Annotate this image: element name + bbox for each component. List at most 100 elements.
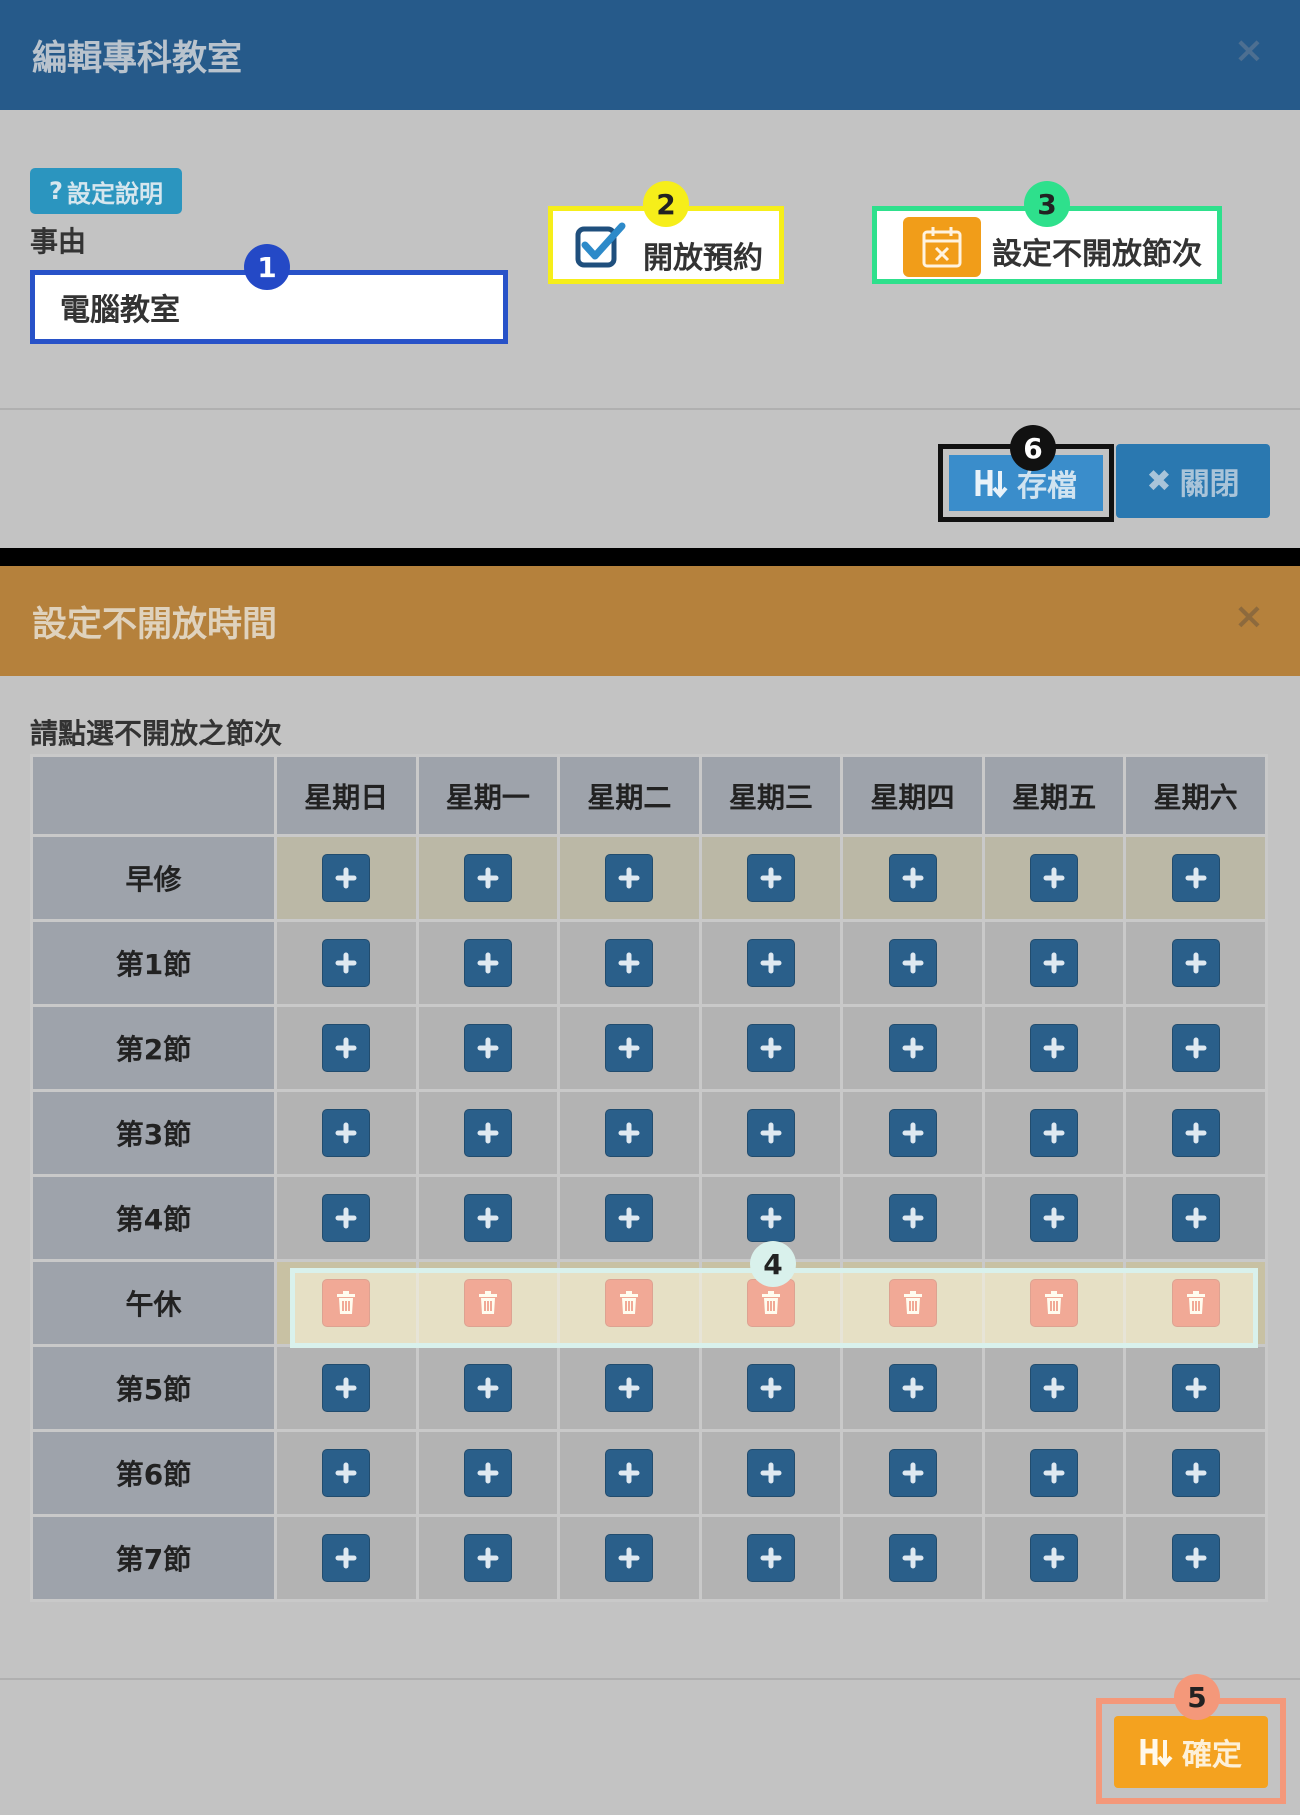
add-closed-period-button[interactable]	[322, 1109, 371, 1157]
close-button[interactable]: ✖ 關閉	[1116, 444, 1270, 518]
day-header-row: 星期日 星期一 星期二 星期三 星期四 星期五 星期六	[30, 754, 1268, 837]
add-closed-period-button[interactable]	[605, 1109, 654, 1157]
add-closed-period-button[interactable]	[1030, 1024, 1079, 1072]
schedule-cell	[840, 1259, 985, 1347]
add-closed-period-button[interactable]	[463, 1364, 512, 1412]
add-closed-period-button[interactable]	[463, 1109, 512, 1157]
add-closed-period-button[interactable]	[322, 1194, 371, 1242]
plus-icon	[1185, 1462, 1207, 1484]
remove-closed-period-button[interactable]	[322, 1279, 371, 1327]
schedule-cell	[840, 1004, 985, 1092]
add-closed-period-button[interactable]	[1171, 1364, 1220, 1412]
set-closed-periods-label: 設定不開放節次	[992, 237, 1202, 272]
footer-divider	[0, 1678, 1300, 1680]
set-closed-periods-button[interactable]	[903, 217, 981, 277]
add-closed-period-button[interactable]	[746, 854, 795, 902]
plus-icon	[335, 952, 357, 974]
add-closed-period-button[interactable]	[605, 1364, 654, 1412]
add-closed-period-button[interactable]	[463, 1024, 512, 1072]
add-closed-period-button[interactable]	[746, 1109, 795, 1157]
annotation-badge-2: 2	[643, 181, 689, 227]
plus-icon	[335, 1037, 357, 1059]
add-closed-period-button[interactable]	[322, 854, 371, 902]
add-closed-period-button[interactable]	[746, 939, 795, 987]
add-closed-period-button[interactable]	[322, 939, 371, 987]
add-closed-period-button[interactable]	[746, 1364, 795, 1412]
add-closed-period-button[interactable]	[888, 1534, 937, 1582]
add-closed-period-button[interactable]	[1030, 1449, 1079, 1497]
modal-title: 編輯專科教室	[32, 39, 243, 79]
add-closed-period-button[interactable]	[322, 1024, 371, 1072]
close-icon[interactable]: ×	[1234, 596, 1264, 637]
add-closed-period-button[interactable]	[322, 1534, 371, 1582]
schedule-cell	[981, 1089, 1127, 1177]
plus-icon	[477, 1377, 499, 1399]
add-closed-period-button[interactable]	[746, 1534, 795, 1582]
help-button-label: 設定說明	[66, 179, 163, 208]
schedule-cell	[415, 1004, 561, 1092]
remove-closed-period-button[interactable]	[888, 1279, 937, 1327]
add-closed-period-button[interactable]	[1171, 1534, 1220, 1582]
plus-icon	[618, 1377, 640, 1399]
add-closed-period-button[interactable]	[888, 939, 937, 987]
add-closed-period-button[interactable]	[463, 1194, 512, 1242]
add-closed-period-button[interactable]	[322, 1449, 371, 1497]
schedule-cell	[1123, 919, 1268, 1007]
add-closed-period-button[interactable]	[463, 1534, 512, 1582]
add-closed-period-button[interactable]	[1171, 854, 1220, 902]
plus-icon	[1185, 1122, 1207, 1144]
add-closed-period-button[interactable]	[463, 939, 512, 987]
add-closed-period-button[interactable]	[605, 854, 654, 902]
remove-closed-period-button[interactable]	[1171, 1279, 1220, 1327]
plus-icon	[902, 1122, 924, 1144]
add-closed-period-button[interactable]	[1171, 1449, 1220, 1497]
add-closed-period-button[interactable]	[1171, 1109, 1220, 1157]
add-closed-period-button[interactable]	[1171, 1024, 1220, 1072]
add-closed-period-button[interactable]	[1030, 1194, 1079, 1242]
plus-icon	[477, 867, 499, 889]
add-closed-period-button[interactable]	[888, 1024, 937, 1072]
add-closed-period-button[interactable]	[1171, 1194, 1220, 1242]
confirm-button[interactable]: 確定	[1114, 1716, 1268, 1788]
modal-header: 編輯專科教室 ×	[0, 0, 1300, 110]
add-closed-period-button[interactable]	[746, 1194, 795, 1242]
plus-icon	[1043, 1122, 1065, 1144]
add-closed-period-button[interactable]	[1171, 939, 1220, 987]
add-closed-period-button[interactable]	[1030, 1109, 1079, 1157]
day-header: 星期四	[840, 754, 985, 837]
add-closed-period-button[interactable]	[605, 1194, 654, 1242]
add-closed-period-button[interactable]	[746, 1449, 795, 1497]
add-closed-period-button[interactable]	[888, 1194, 937, 1242]
add-closed-period-button[interactable]	[1030, 854, 1079, 902]
plus-icon	[902, 1377, 924, 1399]
plus-icon	[902, 1462, 924, 1484]
schedule-cell	[557, 1089, 702, 1177]
add-closed-period-button[interactable]	[888, 1449, 937, 1497]
add-closed-period-button[interactable]	[888, 1109, 937, 1157]
add-closed-period-button[interactable]	[1030, 1534, 1079, 1582]
add-closed-period-button[interactable]	[1030, 1364, 1079, 1412]
add-closed-period-button[interactable]	[605, 939, 654, 987]
add-closed-period-button[interactable]	[888, 854, 937, 902]
add-closed-period-button[interactable]	[463, 854, 512, 902]
add-closed-period-button[interactable]	[746, 1024, 795, 1072]
add-closed-period-button[interactable]	[888, 1364, 937, 1412]
schedule-cell	[274, 1429, 419, 1517]
add-closed-period-button[interactable]	[605, 1534, 654, 1582]
close-icon[interactable]: ×	[1234, 30, 1264, 71]
add-closed-period-button[interactable]	[322, 1364, 371, 1412]
add-closed-period-button[interactable]	[605, 1024, 654, 1072]
schedule-cell	[557, 1004, 702, 1092]
schedule-cell	[1123, 1259, 1268, 1347]
period-label: 第5節	[30, 1344, 277, 1432]
remove-closed-period-button[interactable]	[463, 1279, 512, 1327]
day-header: 星期二	[557, 754, 702, 837]
schedule-cell	[840, 1174, 985, 1262]
help-button[interactable]: ? 設定說明	[30, 168, 182, 214]
add-closed-period-button[interactable]	[605, 1449, 654, 1497]
reason-label: 事由	[30, 225, 87, 258]
add-closed-period-button[interactable]	[1030, 939, 1079, 987]
remove-closed-period-button[interactable]	[1030, 1279, 1079, 1327]
add-closed-period-button[interactable]	[463, 1449, 512, 1497]
remove-closed-period-button[interactable]	[605, 1279, 654, 1327]
